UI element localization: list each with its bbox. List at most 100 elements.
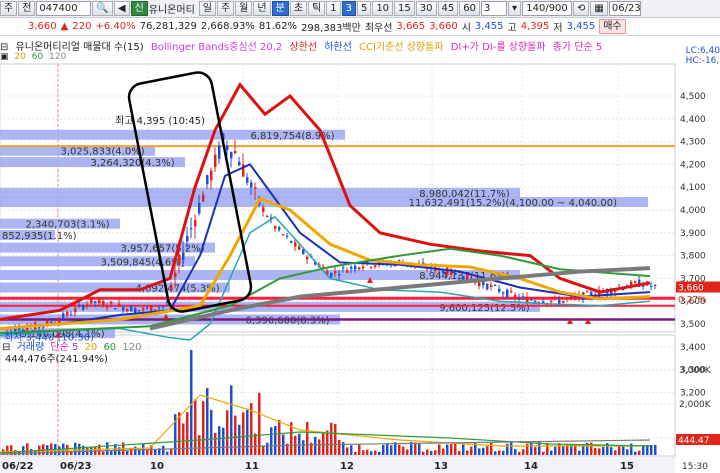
volume-bar	[494, 451, 497, 455]
date-label: 13	[434, 461, 448, 472]
settings-icon[interactable]: ▣	[0, 52, 9, 62]
volume-tick-label: 3,000K	[679, 366, 712, 376]
volume-bar	[402, 446, 405, 455]
volume-bar	[146, 449, 149, 455]
ma-item[interactable]: 120	[49, 52, 66, 62]
volume-bar	[454, 442, 457, 455]
volume-bar	[418, 443, 421, 455]
candle-body	[442, 270, 445, 274]
date-label: 12	[340, 461, 354, 472]
candle-body	[502, 292, 505, 294]
legend-item[interactable]: 하한선	[324, 42, 352, 52]
volume-bar	[278, 419, 281, 455]
volume-bar	[270, 427, 273, 455]
ma-item[interactable]: 60	[32, 52, 43, 62]
date-axis: 06/22 06/23 10 11 12 13 14 15 15:30	[0, 457, 708, 473]
legend-item[interactable]: Bollinger Bands중심선 20,2	[151, 42, 282, 52]
volume-tick-label: 2,000K	[679, 400, 712, 410]
volume-bar	[358, 444, 361, 455]
legend-item[interactable]: 유니온머티리얼 매물대 수(15)	[16, 42, 144, 52]
volume-bar	[622, 446, 625, 455]
candle-body	[50, 321, 53, 324]
profile-label: 11,632,491(15.2%)(4,100.00 ~ 4,040.00)	[409, 198, 618, 209]
candle-body	[398, 260, 401, 262]
legend-item[interactable]: 종가 단순 5	[553, 42, 603, 52]
date-label: 06/23	[60, 461, 92, 472]
candle-body	[234, 151, 237, 154]
volume-bar	[542, 451, 545, 455]
legend-item[interactable]: DI+가 DI-를 상향돌파	[451, 42, 546, 52]
candle-body	[350, 266, 353, 269]
volume-bar	[346, 447, 349, 455]
candle-body	[466, 274, 469, 280]
candle-body	[346, 270, 349, 273]
candle-body	[230, 152, 233, 159]
volume-bar	[298, 433, 301, 455]
volume-bar	[442, 448, 445, 455]
ma-item[interactable]: 20	[14, 52, 25, 62]
volume-bar	[230, 385, 233, 455]
candle-body	[246, 177, 249, 183]
candle-body	[338, 274, 341, 276]
candle-body	[126, 308, 129, 312]
volume-bar	[478, 448, 481, 455]
volume-bar	[366, 449, 369, 455]
profile-label: 3,025,833(4.0%)	[61, 147, 145, 158]
volume-bar	[154, 449, 157, 455]
volume-bar	[602, 446, 605, 455]
candle-body	[210, 170, 213, 181]
legend-item[interactable]: 상한선	[289, 42, 317, 52]
volume-bar	[550, 450, 553, 455]
candle-body	[534, 300, 537, 302]
volume-bar	[354, 451, 357, 455]
candle-body	[302, 249, 305, 254]
candle-body	[90, 297, 93, 304]
candle-body	[66, 312, 69, 316]
volume-bar	[226, 410, 229, 455]
volume-bar	[482, 447, 485, 455]
candle-body	[298, 246, 301, 250]
volume-bar	[458, 451, 461, 455]
volume-bar	[578, 450, 581, 455]
date-label: 06/22	[2, 461, 34, 472]
candle-body	[478, 281, 481, 287]
profile-label: 3,264,320(4.3%)	[91, 158, 175, 169]
price-tick-label: 4,200	[680, 160, 706, 170]
candle-body	[550, 300, 553, 303]
volume-bar	[110, 450, 113, 455]
candle-body	[562, 300, 565, 303]
candle-body	[106, 306, 109, 308]
candle-body	[306, 256, 309, 260]
price-axis: 4,500 4,400 4,300 4,200 4,100 4,000 3,900 3,800…	[676, 92, 720, 446]
volume-bar	[546, 442, 549, 455]
volume-bar	[514, 449, 517, 455]
volume-bar	[650, 445, 653, 455]
profile-label: 3,957,657(5.2%)	[121, 244, 205, 255]
volume-bar	[194, 399, 197, 455]
volume-bar	[446, 444, 449, 455]
candle-body	[202, 194, 205, 202]
volume-bar	[406, 449, 409, 455]
collapse-icon[interactable]: ⊟	[0, 42, 8, 52]
candle-body	[182, 252, 185, 261]
price-tick-label: 3,400	[680, 343, 706, 353]
hc-value: HC:-16,	[685, 56, 720, 66]
volume-bar	[206, 388, 209, 455]
volume-bar	[246, 410, 249, 455]
candle-body	[498, 288, 501, 292]
ma-item[interactable]: 120	[122, 342, 141, 353]
volume-bar	[422, 451, 425, 455]
candle-body	[98, 299, 101, 304]
date-right-label: 15:30	[682, 462, 708, 472]
candle-body	[486, 283, 489, 290]
candle-body	[374, 265, 377, 268]
candle-body	[370, 266, 373, 268]
candle-body	[522, 296, 525, 298]
candle-body	[174, 272, 177, 278]
candle-body	[554, 297, 557, 299]
volume-bar	[274, 425, 277, 455]
volume-bar	[434, 450, 437, 455]
volume-value: 444,476주(241.94%)	[5, 354, 108, 365]
legend-item[interactable]: CCI기준선 상향돌파	[359, 42, 444, 52]
date-label: 10	[150, 461, 164, 472]
